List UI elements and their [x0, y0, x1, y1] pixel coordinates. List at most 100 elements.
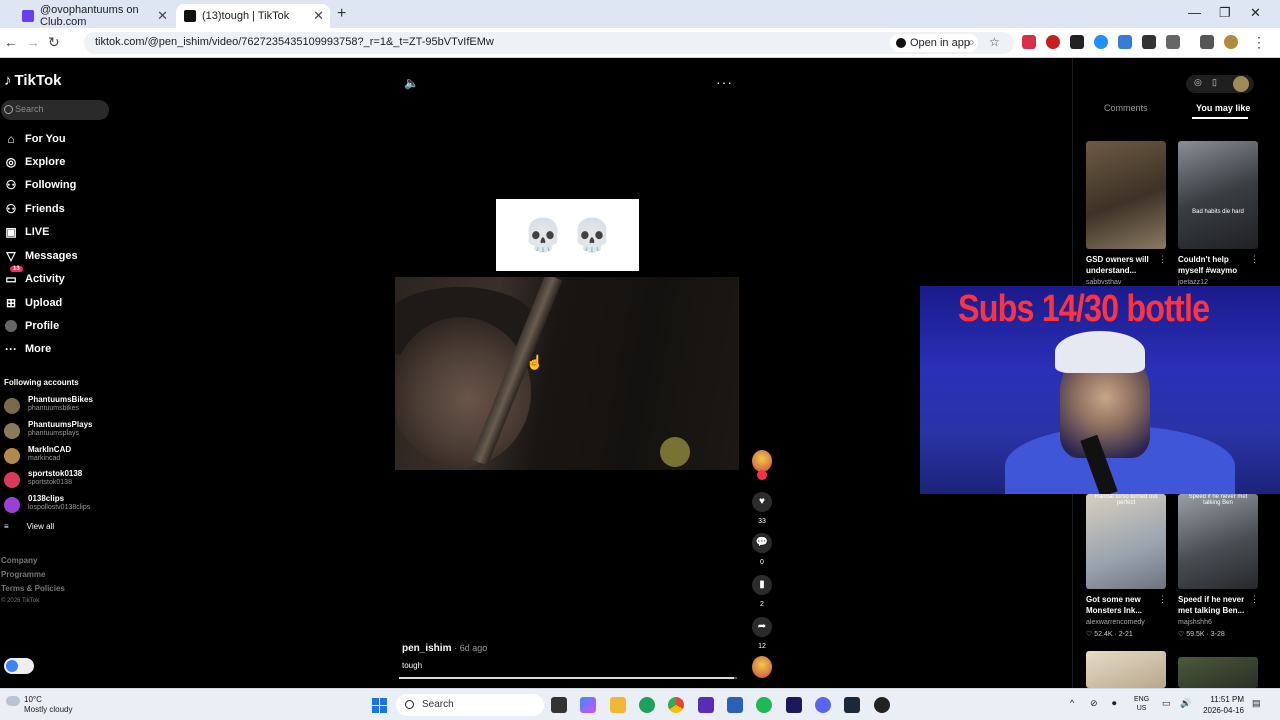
footer-link[interactable]: Company — [1, 556, 37, 565]
windows-start-icon[interactable] — [372, 698, 387, 713]
follow-plus-icon[interactable] — [757, 470, 767, 480]
comment-button[interactable]: 💬 — [752, 533, 772, 553]
open-in-app-button[interactable]: Open in app — [890, 34, 978, 52]
premiere-icon[interactable] — [786, 697, 802, 713]
compass-icon[interactable]: ◎ — [1194, 77, 1202, 88]
account-item[interactable]: PhantuumsBikes phantuumsbikes — [4, 395, 114, 417]
notification-icon[interactable]: ▤ — [1252, 698, 1261, 709]
taskbar-search[interactable]: Search — [396, 694, 544, 716]
zoom-icon[interactable]: ⌕ — [968, 35, 975, 50]
card-more-icon[interactable]: ⋮ — [1250, 594, 1259, 605]
video-thumbnail[interactable] — [1086, 141, 1166, 249]
user-avatar[interactable] — [1233, 76, 1249, 92]
extension-icon[interactable] — [1046, 35, 1060, 49]
tiktok-logo[interactable]: ♪ TikTok — [4, 72, 61, 89]
card-title[interactable]: GSD owners will understand... — [1086, 254, 1160, 276]
edge-icon[interactable] — [639, 697, 655, 713]
video-thumbnail[interactable]: Bad habits die hard — [1178, 141, 1258, 249]
sidebar-item-profile[interactable]: Profile — [0, 317, 118, 337]
creator-avatar[interactable] — [752, 450, 772, 472]
more-options-icon[interactable]: ··· — [716, 74, 733, 90]
sidebar-item-for-you[interactable]: ⌂ For You — [0, 130, 118, 150]
spotify-icon[interactable] — [756, 697, 772, 713]
account-item[interactable]: 0138clips lospollostv0138clips — [4, 494, 114, 516]
extension-icon[interactable] — [1070, 35, 1084, 49]
profile-avatar[interactable] — [1224, 35, 1238, 49]
author-name[interactable]: pen_ishim — [402, 643, 451, 654]
tab-tiktok[interactable]: (13)tough | TikTok ✕ — [176, 4, 330, 28]
extension-icon[interactable] — [1094, 35, 1108, 49]
footer-link[interactable]: Programme — [1, 570, 45, 579]
tab-you-may-like[interactable]: You may like — [1196, 103, 1250, 113]
tab-comments[interactable]: Comments — [1104, 103, 1148, 113]
sidebar-item-friends[interactable]: ⚇ Friends — [0, 200, 118, 220]
card-author[interactable]: joetazz12 — [1178, 279, 1208, 286]
clock[interactable]: 11:51 PM 2026-04-16 — [1200, 694, 1244, 716]
search-input[interactable]: Search — [1, 100, 109, 120]
account-item[interactable]: sportstok0138 sportstok0138 — [4, 469, 114, 491]
omnibox[interactable]: tiktok.com/@pen_ishim/video/762723543510… — [84, 32, 1014, 54]
tray-overflow-icon[interactable]: ^ — [1070, 698, 1074, 708]
save-button[interactable]: ▮ — [752, 575, 772, 595]
extension-icon[interactable] — [1022, 35, 1036, 49]
maximize-icon[interactable]: ❐ — [1219, 5, 1231, 21]
reload-icon[interactable]: ↻ — [48, 34, 60, 51]
extension-icon[interactable] — [1142, 35, 1156, 49]
card-more-icon[interactable]: ⋮ — [1158, 254, 1167, 265]
video-thumbnail[interactable]: Randal torso turned out perfect — [1086, 494, 1166, 589]
card-more-icon[interactable]: ⋮ — [1250, 254, 1259, 265]
video-player[interactable] — [395, 277, 739, 470]
menu-kebab-icon[interactable]: ⋮ — [1252, 34, 1266, 51]
sidebar-item-following[interactable]: ⚇ Following — [0, 176, 118, 196]
weather-description[interactable]: Mostly cloudy — [24, 705, 72, 714]
video-thumbnail[interactable]: Speed if he never met talking Ben — [1178, 494, 1258, 589]
weather-temperature[interactable]: 10°C — [24, 695, 42, 704]
mic-icon[interactable]: ⏺ — [1112, 698, 1117, 709]
volume-icon[interactable]: 🔈 — [404, 76, 419, 90]
steam-icon[interactable] — [844, 697, 860, 713]
tab-club[interactable]: @ovophantuums on Club.com ✕ — [14, 4, 174, 28]
video-thumbnail[interactable] — [1178, 657, 1258, 688]
share-button[interactable]: ➦ — [752, 617, 772, 637]
volume-icon[interactable]: 🔊 — [1180, 698, 1191, 709]
sidebar-item-more[interactable]: ··· More — [0, 340, 118, 360]
copilot-icon[interactable] — [580, 697, 596, 713]
nzxt-icon[interactable] — [698, 697, 714, 713]
card-author[interactable]: sabbvsthav — [1086, 279, 1121, 286]
view-all-link[interactable]: ≡ View all — [4, 522, 54, 531]
reading-list-icon[interactable] — [1200, 35, 1214, 49]
new-tab-icon[interactable]: + — [337, 5, 346, 23]
obs-icon[interactable] — [874, 697, 890, 713]
minimize-icon[interactable]: — — [1188, 5, 1201, 20]
task-view-icon[interactable] — [551, 697, 567, 713]
theme-toggle[interactable] — [4, 658, 34, 674]
close-tab-icon[interactable]: ✕ — [157, 8, 168, 24]
forward-icon[interactable]: → — [26, 34, 40, 50]
back-icon[interactable]: ← — [4, 34, 18, 50]
card-title[interactable]: Couldn't help myself #waymo — [1178, 254, 1252, 276]
sidebar-item-messages[interactable]: ▽ Messages — [0, 247, 118, 267]
puzzle-icon[interactable] — [1166, 35, 1180, 49]
close-tab-icon[interactable]: ✕ — [313, 8, 324, 24]
bookmark-star-icon[interactable]: ☆ — [989, 35, 1000, 49]
card-author[interactable]: alexwarrencomedy — [1086, 619, 1145, 626]
chrome-icon[interactable] — [668, 697, 684, 713]
file-explorer-icon[interactable] — [610, 697, 626, 713]
footer-link[interactable]: Terms & Policies — [1, 584, 65, 593]
language-indicator[interactable]: ENG US — [1134, 695, 1149, 713]
sound-avatar[interactable] — [752, 656, 772, 678]
close-window-icon[interactable]: ✕ — [1250, 5, 1261, 21]
device-icon[interactable]: ▯ — [1212, 77, 1217, 88]
card-title[interactable]: Got some new Monsters Ink... — [1086, 594, 1160, 616]
app-icon[interactable] — [727, 697, 743, 713]
like-button[interactable]: ♥ — [752, 492, 772, 512]
card-more-icon[interactable]: ⋮ — [1158, 594, 1167, 605]
url-text[interactable]: tiktok.com/@pen_ishim/video/762723543510… — [95, 36, 494, 48]
sidebar-item-explore[interactable]: ◎ Explore — [0, 153, 118, 173]
video-thumbnail[interactable] — [1086, 651, 1166, 688]
card-title[interactable]: Speed if he never met talking Ben... — [1178, 594, 1252, 616]
video-author[interactable]: pen_ishim · 6d ago — [402, 643, 487, 654]
account-item[interactable]: MarkInCAD markincad — [4, 445, 114, 467]
display-icon[interactable]: ▭ — [1162, 698, 1171, 709]
card-author[interactable]: majshshh6 — [1178, 619, 1212, 626]
